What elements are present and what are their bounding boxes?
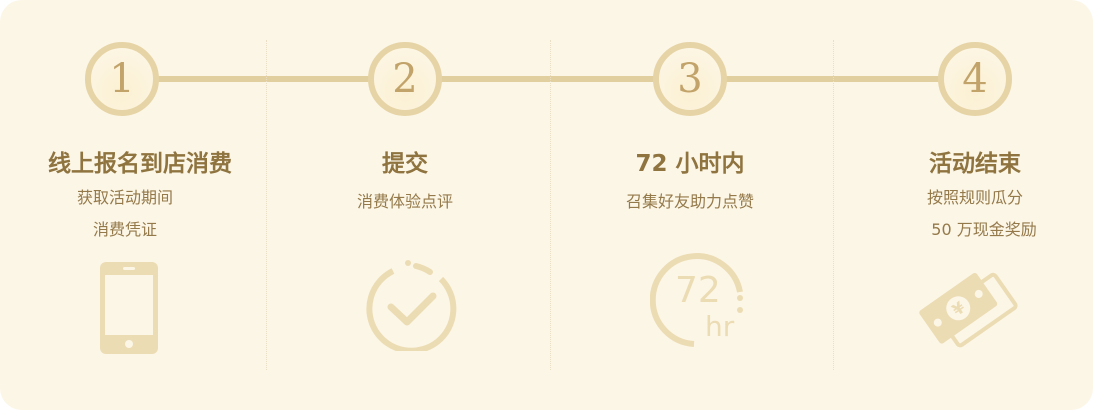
step-title: 线上报名到店消费 bbox=[48, 151, 232, 177]
step-desc: 消费体验点评 bbox=[356, 192, 453, 211]
timer-unit: hr bbox=[705, 310, 735, 343]
step-2: 提交 消费体验点评 bbox=[275, 146, 535, 218]
check-circle-icon bbox=[366, 260, 457, 351]
step-1-badge: 1 bbox=[85, 42, 159, 116]
step-title: 活动结束 bbox=[929, 151, 1021, 177]
step-4: 活动结束 按照规则瓜分 50 万现金奖励 bbox=[845, 146, 1093, 246]
step-1: 线上报名到店消费 获取活动期间 消费凭证 bbox=[0, 146, 280, 246]
divider bbox=[833, 40, 834, 370]
step-3-badge: 3 bbox=[653, 42, 727, 116]
step-2-badge: 2 bbox=[368, 42, 442, 116]
step-4-badge: 4 bbox=[938, 42, 1012, 116]
72hr-timer-icon: 72 hr bbox=[650, 252, 750, 347]
steps-card: 1 2 3 4 线上报名到店消费 获取活动期间 消费凭证 提交 消费体验点评 7… bbox=[0, 0, 1093, 410]
step-title: 提交 bbox=[382, 151, 428, 177]
divider bbox=[550, 40, 551, 370]
step-title: 72 小时内 bbox=[635, 151, 745, 177]
step-desc: 50 万现金奖励 bbox=[931, 220, 1037, 239]
phone-icon bbox=[100, 262, 158, 354]
progress-line bbox=[122, 76, 975, 82]
step-3: 72 小时内 召集好友助力点赞 bbox=[560, 146, 820, 218]
step-desc: 按照规则瓜分 bbox=[926, 188, 1023, 207]
timer-number: 72 bbox=[675, 270, 721, 311]
step-desc: 获取活动期间 bbox=[76, 188, 173, 207]
cash-icon: ¥ bbox=[919, 272, 1018, 348]
step-desc: 消费凭证 bbox=[92, 220, 157, 239]
step-desc: 召集好友助力点赞 bbox=[625, 192, 754, 211]
